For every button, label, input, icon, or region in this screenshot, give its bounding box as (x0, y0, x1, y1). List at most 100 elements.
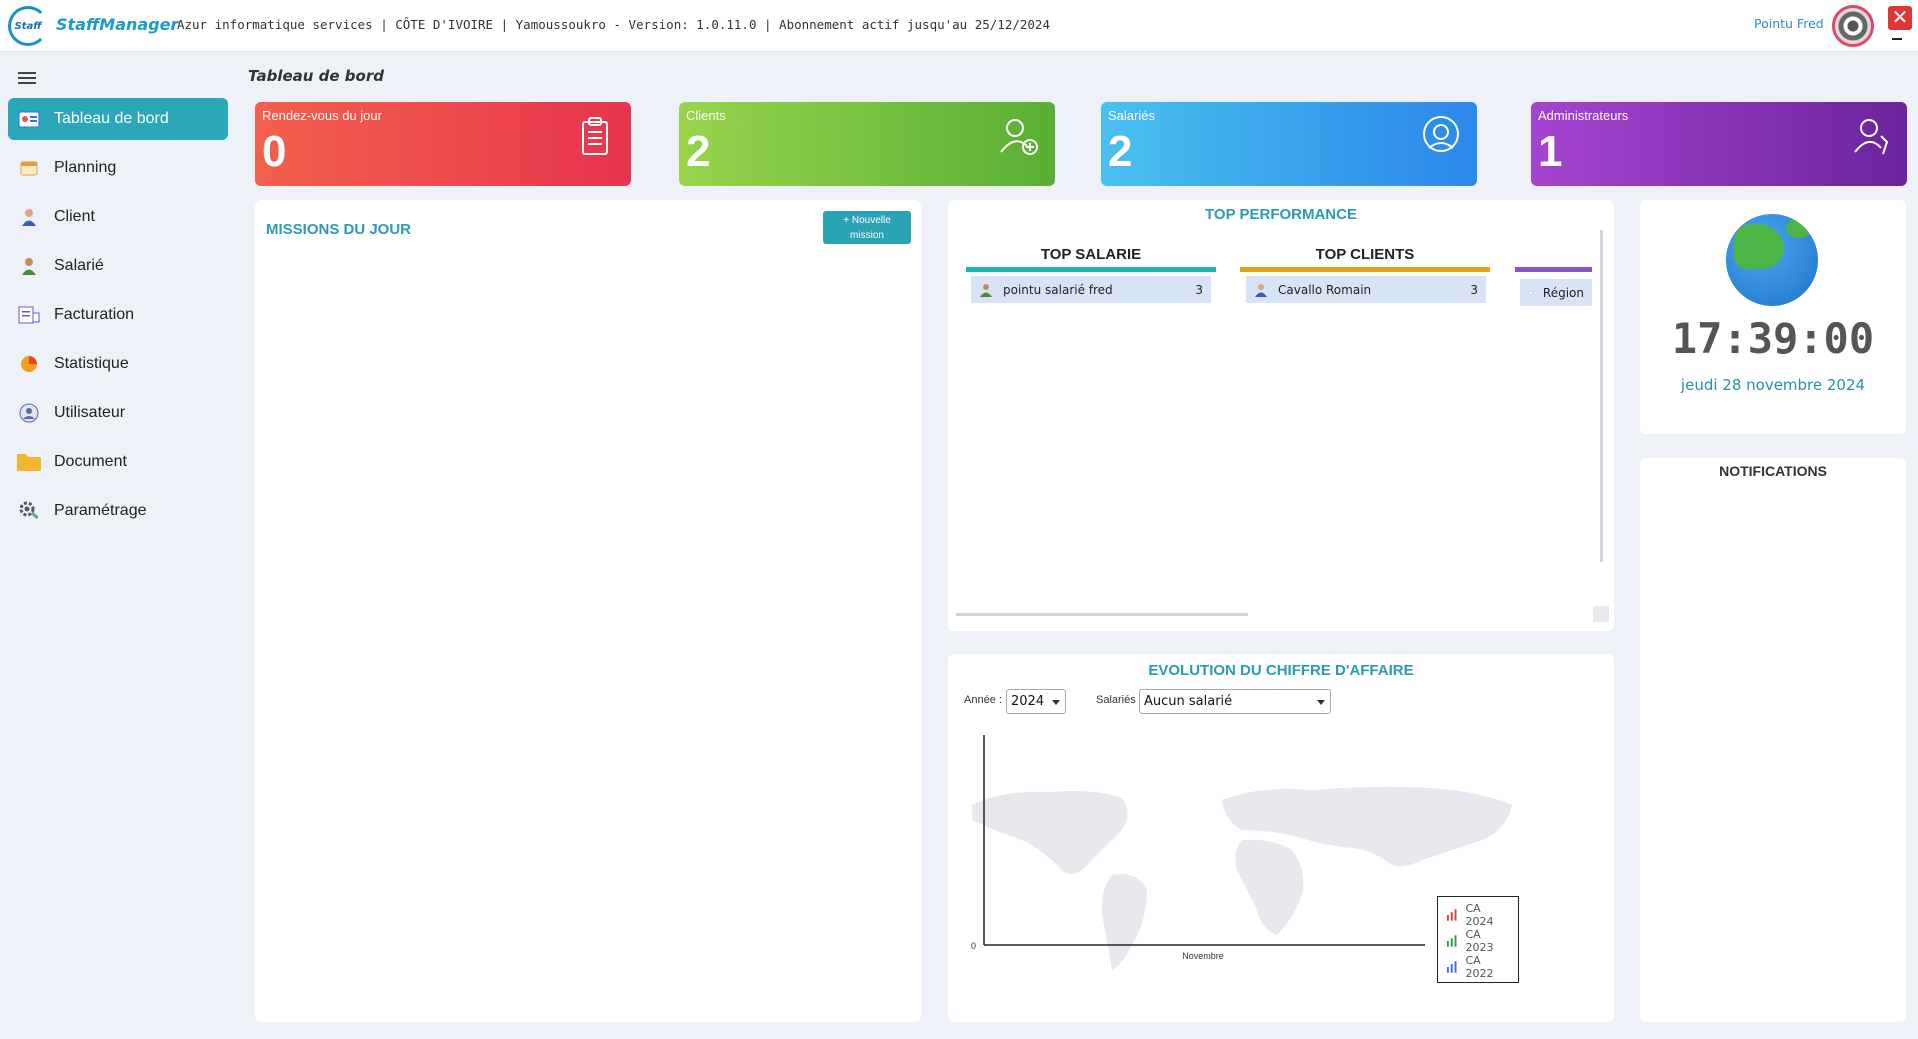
year-value: 2024 (1011, 694, 1045, 709)
card-value: 2 (1108, 127, 1133, 176)
sidebar-item-label: Client (54, 208, 95, 225)
notifications-panel: NOTIFICATIONS (1640, 458, 1906, 1022)
close-button[interactable]: ✕ (1888, 6, 1912, 30)
headset-icon (1423, 116, 1459, 152)
sidebar-item-tableau-de-bord[interactable]: Tableau de bord (8, 98, 228, 140)
card-value: 1 (1538, 127, 1563, 176)
year-select[interactable]: 2024 (1006, 689, 1066, 714)
minimize-button[interactable] (1892, 38, 1902, 40)
table-row[interactable]: pointu salarié fred 3 (971, 276, 1211, 303)
add-client-icon (1000, 119, 1038, 155)
company-info: Azur informatique services | CÔTE D'IVOI… (177, 17, 1050, 32)
table-row[interactable]: Cavallo Romain 3 (1246, 276, 1486, 303)
top-salarie-bar (966, 267, 1216, 272)
sidebar-item-planning[interactable]: Planning (8, 147, 228, 189)
new-mission-label-1: + Nouvelle (843, 215, 891, 226)
employee-icon (980, 283, 992, 297)
staffmanager-logo: Staff (8, 6, 48, 46)
settings-icon (16, 498, 42, 524)
card-administrateurs[interactable]: Administrateurs 1 (1531, 102, 1907, 186)
clipboard-icon (582, 117, 608, 155)
card-label: Salariés (1108, 108, 1155, 123)
horizontal-scrollbar[interactable] (956, 613, 1248, 616)
row-name: pointu salarié fred (1003, 282, 1113, 297)
legend-label: CA 2024 (1465, 902, 1494, 928)
top-performance-title: TOP PERFORMANCE (1205, 206, 1357, 223)
row-value: 3 (1470, 282, 1478, 297)
current-time: 17:39:00 (1671, 314, 1875, 363)
sidebar-item-statistique[interactable]: Statistique (8, 343, 228, 385)
current-date: jeudi 28 novembre 2024 (1680, 376, 1866, 394)
client-icon (16, 204, 42, 230)
card-value: 0 (262, 127, 287, 176)
sidebar-item-label: Document (54, 453, 127, 470)
folder-icon (16, 449, 42, 475)
card-label: Rendez-vous du jour (262, 108, 382, 123)
x-tick-label: Novembre (1182, 951, 1224, 961)
top-clients-bar (1240, 267, 1490, 272)
client-icon (1255, 283, 1267, 297)
legend-label: CA 2023 (1465, 928, 1494, 954)
sidebar-item-parametrage[interactable]: Paramétrage (8, 490, 228, 532)
user-name[interactable]: Pointu Fred (1754, 16, 1824, 31)
dashboard-icon (16, 106, 42, 132)
sidebar-item-label: Statistique (54, 355, 129, 372)
globe-icon (1726, 214, 1818, 306)
brand-name: StaffManager (56, 15, 179, 34)
sidebar-item-document[interactable]: Document (8, 441, 228, 483)
sidebar-item-utilisateur[interactable]: Utilisateur (8, 392, 228, 434)
page-title: Tableau de bord (248, 67, 384, 85)
row-name: Cavallo Romain (1278, 282, 1372, 297)
top-regions-bar (1515, 267, 1592, 272)
chevron-down-icon (1052, 700, 1060, 705)
sidebar-nav: Tableau de bord Planning Client Salarié … (8, 98, 228, 539)
revenue-evolution-panel: EVOLUTION DU CHIFFRE D'AFFAIRE Année : 2… (948, 654, 1614, 1022)
sidebar: Tableau de bord Planning Client Salarié … (0, 52, 236, 1039)
menu-toggle-icon[interactable] (18, 72, 36, 84)
sidebar-item-label: Planning (54, 159, 117, 176)
bar-chart-icon (1446, 961, 1457, 973)
legend-item-ca-2024[interactable]: CA 2024 (1446, 902, 1510, 928)
pie-chart-icon (16, 351, 42, 377)
new-mission-label-2: mission (850, 230, 884, 241)
top-salarie-heading: TOP SALARIE (1040, 246, 1142, 263)
row-value: 3 (1195, 282, 1203, 297)
card-label: Clients (686, 108, 726, 123)
sidebar-item-client[interactable]: Client (8, 196, 228, 238)
revenue-chart: 0 Novembre CA 2024 CA 2023 CA 2022 (962, 730, 1602, 1010)
map-icon (1528, 290, 1533, 295)
missions-panel: MISSIONS DU JOUR + Nouvelle mission (255, 200, 921, 1022)
user-avatar[interactable] (1832, 5, 1874, 47)
missions-title: MISSIONS DU JOUR (266, 221, 412, 238)
world-map-watermark (972, 786, 1512, 970)
card-salaries[interactable]: Salariés 2 (1101, 102, 1477, 186)
employee-icon (16, 253, 42, 279)
y-tick-label: 0 (971, 941, 976, 951)
table-row[interactable]: Région (1520, 279, 1592, 306)
card-clients[interactable]: Clients 2 (679, 102, 1055, 186)
card-rendez-vous[interactable]: Rendez-vous du jour 0 (255, 102, 631, 186)
card-value: 2 (686, 127, 711, 176)
scroll-corner (1593, 606, 1609, 622)
sidebar-item-salarie[interactable]: Salarié (8, 245, 228, 287)
sidebar-item-label: Utilisateur (54, 404, 126, 421)
employee-select[interactable]: Aucun salarié (1139, 689, 1331, 714)
sidebar-item-facturation[interactable]: Facturation (8, 294, 228, 336)
new-mission-button[interactable]: + Nouvelle mission (823, 211, 911, 244)
admin-icon (1854, 119, 1889, 155)
sidebar-item-label: Salarié (54, 257, 104, 274)
chart-legend: CA 2024 CA 2023 CA 2022 (1437, 896, 1519, 983)
employee-value: Aucun salarié (1144, 694, 1233, 709)
revenue-evolution-title: EVOLUTION DU CHIFFRE D'AFFAIRE (1148, 662, 1414, 679)
calendar-icon (16, 155, 42, 181)
bar-chart-icon (1446, 909, 1457, 921)
bar-chart-icon (1446, 935, 1457, 947)
logo-text: Staff (14, 20, 42, 32)
legend-item-ca-2023[interactable]: CA 2023 (1446, 928, 1510, 954)
sidebar-item-label: Facturation (54, 306, 135, 323)
user-icon (16, 400, 42, 426)
vertical-scrollbar[interactable] (1600, 230, 1603, 562)
employee-label: Salariés (1096, 694, 1136, 706)
row-name: Région (1542, 285, 1584, 300)
legend-item-ca-2022[interactable]: CA 2022 (1446, 954, 1510, 980)
